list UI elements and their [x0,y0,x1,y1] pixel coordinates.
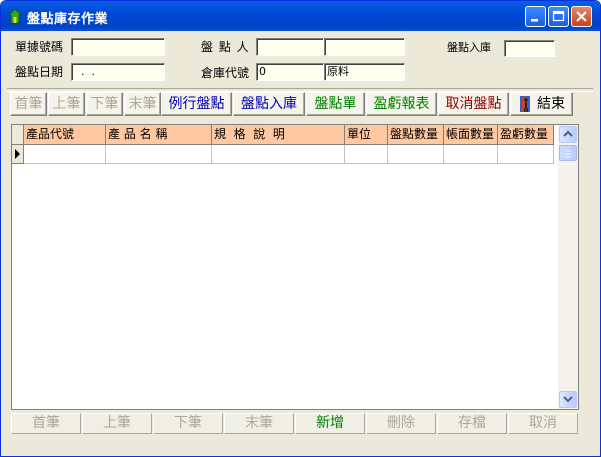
toolbar-prev-button[interactable]: 上筆 [48,92,85,116]
close-icon [576,11,587,22]
minimize-icon [531,19,538,22]
title-bar[interactable]: 盤點庫存作業 [1,1,600,31]
column-header-book-qty[interactable]: 帳面數量 [444,125,498,145]
stock-in-field[interactable] [504,40,555,57]
maximize-icon [552,10,565,22]
save-button[interactable]: 存檔 [437,413,507,434]
table-cell[interactable] [106,145,212,164]
warehouse-name-field: 原料 [324,63,405,81]
vertical-scrollbar[interactable] [558,125,578,409]
column-header-count-qty[interactable]: 盤點數量 [388,125,444,145]
row-selector[interactable] [12,145,24,164]
toolbar-next-button[interactable]: 下筆 [86,92,123,116]
exit-label: 結束 [537,96,565,112]
grip-icon [565,150,571,158]
doc-no-label: 單據號碼 [15,40,64,54]
warehouse-code-field[interactable]: 0 [256,63,324,81]
table-cell[interactable] [24,145,106,164]
counter-label: 盤 點 人 [201,40,250,54]
column-header-product-name[interactable]: 產 品 名 稱 [106,125,212,145]
exit-door-icon [520,96,530,112]
close-button[interactable] [571,6,592,27]
exit-button[interactable]: 結束 [510,92,573,116]
scroll-thumb[interactable] [559,145,577,161]
date-field[interactable]: . . [71,63,165,81]
scroll-up-button[interactable] [559,126,577,143]
table-cell[interactable] [388,145,444,164]
routine-count-button[interactable]: 例行盤點 [161,92,232,116]
main-window: 盤點庫存作業 單據號碼 盤 點 人 盤點入庫 盤點日期 . . 倉庫代號 0 原… [0,0,601,457]
column-header-diff-qty[interactable]: 盈虧數量 [498,125,554,145]
bottom-next-button[interactable]: 下筆 [153,413,223,434]
table-cell[interactable] [345,145,388,164]
column-header-product-code[interactable]: 產品代號 [24,125,106,145]
toolbar-last-button[interactable]: 末筆 [124,92,161,116]
scroll-down-button[interactable] [559,391,577,408]
date-label: 盤點日期 [15,65,64,79]
bottom-last-button[interactable]: 末筆 [224,413,294,434]
cancel-count-button[interactable]: 取消盤點 [438,92,509,116]
app-icon [7,8,23,24]
counter-name-field[interactable] [324,38,405,56]
cancel-button[interactable]: 取消 [508,413,578,434]
delete-button[interactable]: 刪除 [366,413,436,434]
counter-code-field[interactable] [256,38,324,56]
bottom-first-button[interactable]: 首筆 [11,413,81,434]
warehouse-label: 倉庫代號 [201,66,250,80]
current-row-icon [15,149,20,159]
table-cell[interactable] [212,145,345,164]
grid-corner [12,125,24,145]
stock-in-label: 盤點入庫 [447,41,491,54]
stock-in-button[interactable]: 盤點入庫 [233,92,305,116]
doc-no-field[interactable] [71,38,165,56]
maximize-button[interactable] [548,6,569,27]
toolbar-first-button[interactable]: 首筆 [10,92,47,116]
chevron-down-icon [563,396,573,403]
table-cell[interactable] [498,145,554,164]
table-cell[interactable] [444,145,498,164]
window-title: 盤點庫存作業 [27,12,109,27]
column-header-spec[interactable]: 規 格 說 明 [212,125,345,145]
data-grid[interactable]: 產品代號 產 品 名 稱 規 格 說 明 單位 盤點數量 帳面數量 盈虧數量 [11,124,579,410]
bottom-prev-button[interactable]: 上筆 [82,413,152,434]
add-button[interactable]: 新增 [295,413,365,434]
profit-loss-report-button[interactable]: 盈虧報表 [366,92,437,116]
chevron-up-icon [563,130,573,137]
minimize-button[interactable] [525,6,546,27]
column-header-unit[interactable]: 單位 [345,125,388,145]
count-sheet-button[interactable]: 盤點單 [306,92,365,116]
